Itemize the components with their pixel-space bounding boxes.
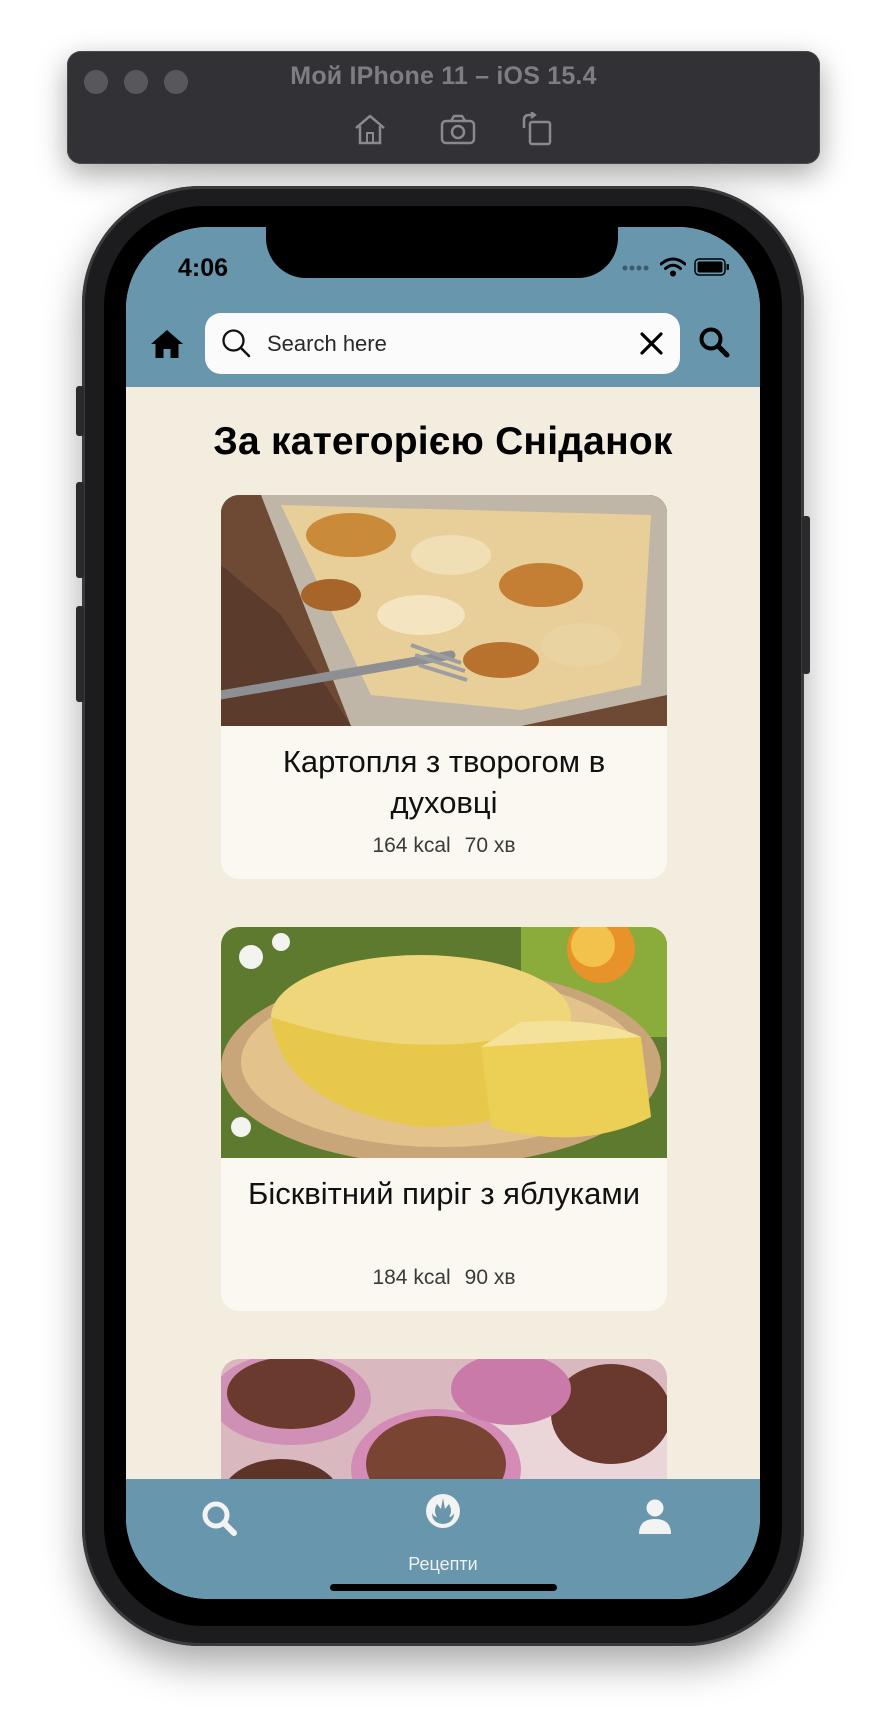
recipe-calories: 164 kcal	[372, 834, 451, 857]
user-icon	[639, 1499, 671, 1534]
recipe-image	[221, 495, 667, 726]
status-icons	[622, 257, 730, 277]
search-icon	[202, 1501, 237, 1536]
search-input[interactable]	[267, 325, 627, 363]
notch	[266, 227, 618, 278]
status-time: 4:06	[178, 254, 229, 282]
recipe-time: 90 хв	[464, 1266, 516, 1289]
battery-icon	[694, 258, 729, 276]
recipe-title: Бісквітний пиріг з яблуками	[247, 1176, 641, 1211]
tab-label: Рецепти	[408, 1554, 478, 1574]
page-title: За категорією Сніданок	[213, 420, 673, 463]
simulator-title: Мой IPhone 11 – iOS 15.4	[290, 62, 597, 90]
mute-switch	[76, 386, 84, 436]
recipe-time: 70 хв	[464, 834, 516, 857]
volume-down-button	[76, 606, 84, 702]
recipe-calories: 184 kcal	[372, 1266, 451, 1289]
clear-search-button[interactable]	[639, 331, 664, 356]
power-button	[802, 516, 810, 674]
recipe-meta: 164 kcal 70 хв	[221, 834, 667, 858]
recipes-list[interactable]: За категорією Сніданок Картопля з творог…	[126, 387, 760, 1507]
recipe-title: Картопля з творогом в духовці	[282, 744, 606, 820]
home-button[interactable]	[150, 327, 184, 361]
tab-search[interactable]	[200, 1499, 240, 1559]
search-bar	[205, 313, 680, 374]
cellular-icon	[622, 265, 649, 271]
search-icon	[222, 329, 251, 358]
rebel-alliance-icon	[426, 1494, 460, 1528]
wifi-icon	[660, 257, 686, 277]
rotate-icon[interactable]	[520, 112, 556, 146]
recipe-card[interactable]: Бісквітний пиріг з яблуками 184 kcal 90 х…	[221, 927, 667, 1311]
recipe-image	[221, 927, 667, 1158]
volume-up-button	[76, 482, 84, 578]
home-icon[interactable]	[352, 112, 388, 146]
home-indicator[interactable]	[330, 1584, 557, 1591]
header-toolbar	[126, 313, 760, 387]
app-header: 4:06	[126, 227, 760, 387]
tab-bar: Рецепти	[126, 1479, 760, 1599]
app-screen: 4:06 Search here За категорією Сніданок …	[126, 227, 760, 1599]
screenshot-icon[interactable]	[440, 112, 476, 146]
tab-profile[interactable]	[638, 1499, 678, 1559]
recipe-meta: 184 kcal 90 хв	[221, 1266, 667, 1290]
recipe-card[interactable]: Картопля з творогом в духовці 164 kcal 70…	[221, 495, 667, 879]
search-submit-button[interactable]	[698, 326, 730, 358]
tab-recipes[interactable]: Рецепти	[376, 1494, 510, 1574]
